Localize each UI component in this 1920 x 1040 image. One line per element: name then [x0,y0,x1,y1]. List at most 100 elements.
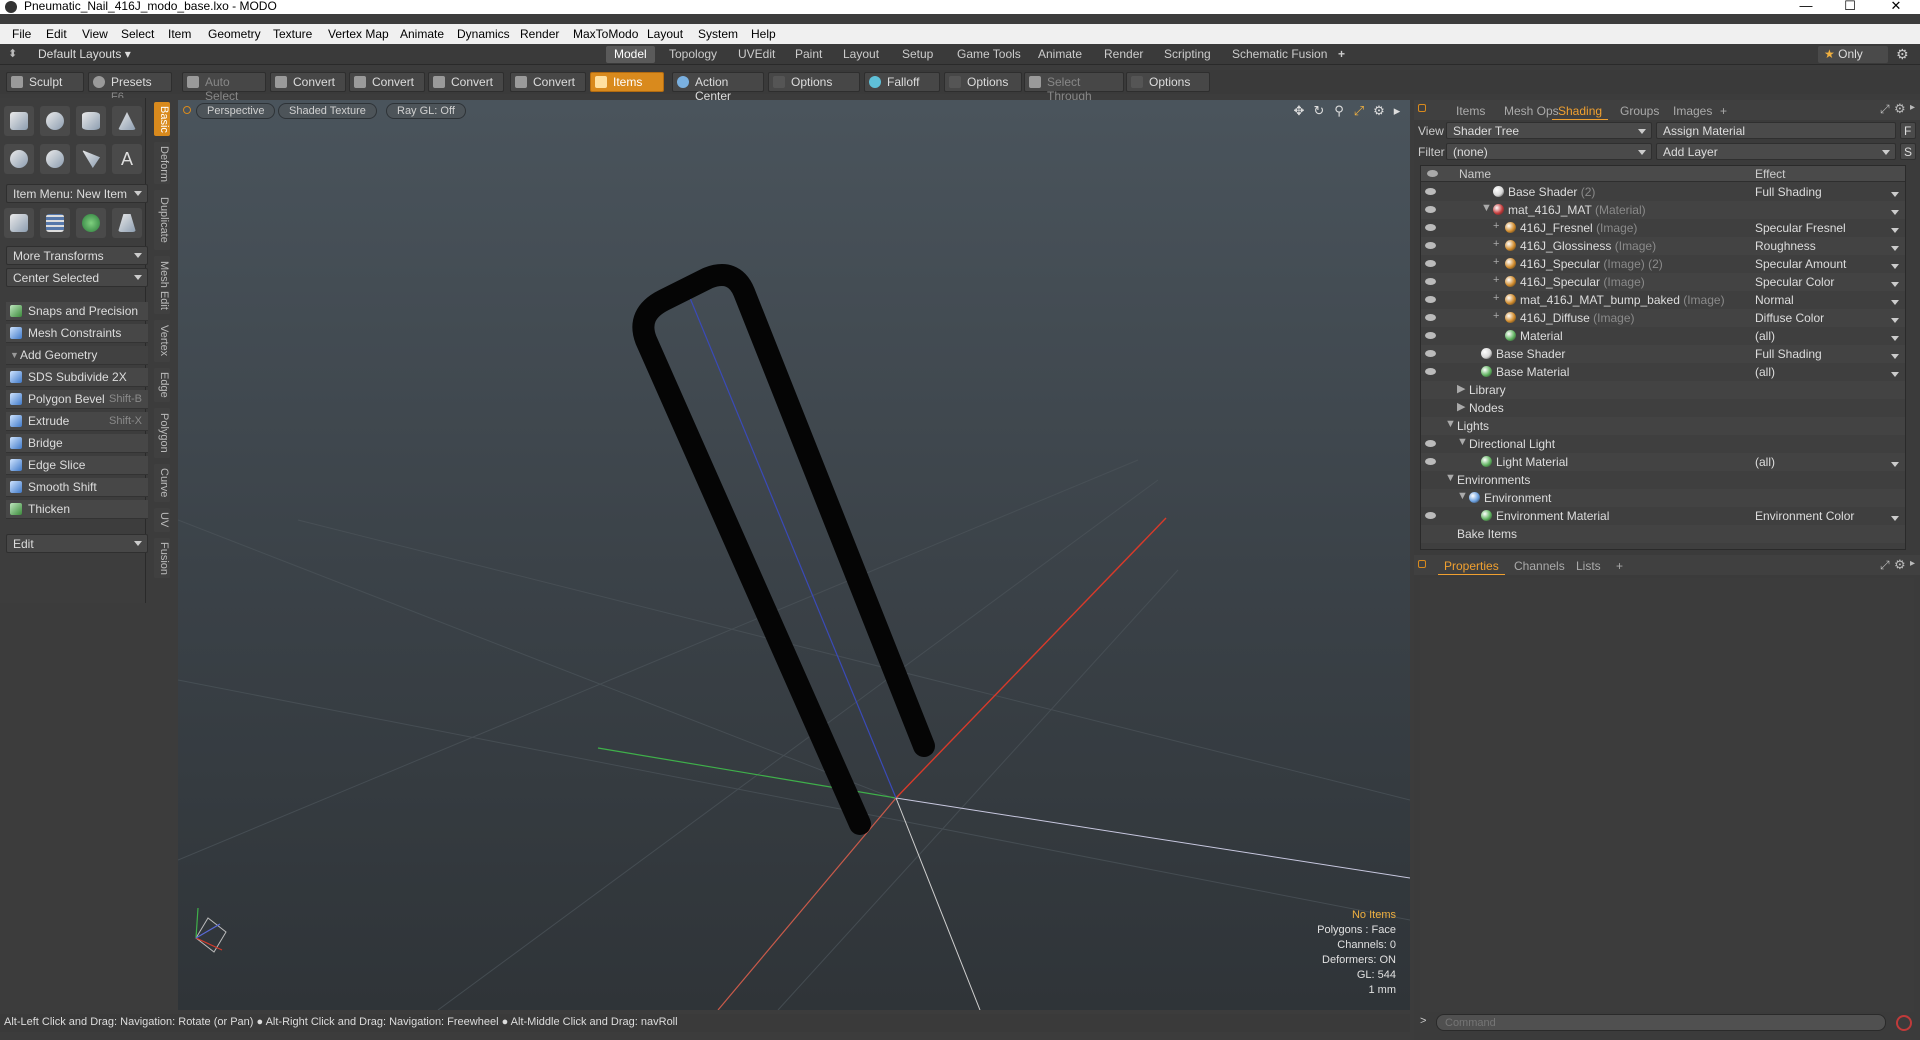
vtab-duplicate[interactable]: Duplicate [154,190,170,250]
vtab-polygon[interactable]: Polygon [154,408,170,458]
globe-tool-button[interactable] [76,208,106,238]
minimize-button[interactable]: — [1786,0,1826,13]
menu-help[interactable]: Help [751,27,776,41]
visibility-eye-icon[interactable] [1425,512,1436,519]
cube-tool-button[interactable] [4,106,34,136]
add-panel-tab-button[interactable]: + [1714,103,1733,119]
options-button-1[interactable]: Options [768,72,860,92]
bridge-button[interactable]: Bridge [6,434,148,453]
only-toggle[interactable]: ★ Only [1818,46,1888,63]
tab-schematic-fusion[interactable]: Schematic Fusion [1224,46,1335,63]
layer-effect-dropdown[interactable]: (all) [1755,365,1905,379]
tab-lists[interactable]: Lists [1570,558,1607,574]
presets-button[interactable]: Presets F6 [88,72,172,103]
column-name[interactable]: Name [1459,167,1491,181]
visibility-eye-icon[interactable] [1425,260,1436,267]
menu-edit[interactable]: Edit [46,27,67,41]
shader-tree-row[interactable]: ▼ mat_416J_MAT (Material) [1421,201,1905,219]
collapse-arrow-icon[interactable]: ▼ [1481,202,1492,214]
shader-tree-row[interactable]: Bake Items [1421,525,1905,543]
cylinder-tool-button[interactable] [76,106,106,136]
edge-slice-button[interactable]: Edge Slice [6,456,148,475]
add-tab-button[interactable]: + [1330,46,1353,63]
mesh-constraints-button[interactable]: Mesh Constraints [6,324,148,343]
plane-tool-button[interactable] [112,208,142,238]
tab-channels[interactable]: Channels [1508,558,1571,574]
expand-icon[interactable]: + [1493,274,1499,286]
tab-game-tools[interactable]: Game Tools [949,46,1029,63]
shader-tree-row[interactable]: Base Material (all) [1421,363,1905,381]
layout-collapse-icon[interactable]: ⬍ [8,47,17,60]
menu-dynamics[interactable]: Dynamics [457,27,510,41]
visibility-eye-icon[interactable] [1425,224,1436,231]
expand-icon[interactable]: + [1493,310,1499,322]
layer-effect-dropdown[interactable]: (all) [1755,455,1905,469]
tab-images[interactable]: Images [1667,103,1718,119]
convert-polygons-button[interactable]: Convert [428,72,504,92]
visibility-eye-icon[interactable] [1425,242,1436,249]
gear-icon[interactable]: ⚙ [1896,46,1909,63]
tab-groups[interactable]: Groups [1614,103,1665,119]
layer-effect-dropdown[interactable]: Specular Color [1755,275,1905,289]
properties-settings-icon[interactable]: ⚙ [1894,557,1906,573]
layer-effect-dropdown[interactable]: Specular Amount [1755,257,1905,271]
sphere-tool-button[interactable] [40,106,70,136]
f-button[interactable]: F [1900,122,1916,139]
menu-view[interactable]: View [82,27,108,41]
expand-icon[interactable]: + [1493,256,1499,268]
shader-tree-row[interactable]: Base Shader Full Shading [1421,345,1905,363]
menu-geometry[interactable]: Geometry [208,27,261,41]
shader-tree-row[interactable]: ▼ Directional Light [1421,435,1905,453]
vtab-uv[interactable]: UV [154,508,170,532]
visibility-eye-icon[interactable] [1425,296,1436,303]
layer-effect-dropdown[interactable]: Full Shading [1755,185,1905,199]
smooth-shift-button[interactable]: Smooth Shift [6,478,148,497]
thicken-button[interactable]: Thicken [6,500,148,519]
column-effect[interactable]: Effect [1755,167,1785,181]
properties-arrow-icon[interactable]: ▸ [1910,558,1915,569]
tab-properties[interactable]: Properties [1438,558,1505,575]
vtab-edge[interactable]: Edge [154,368,170,402]
visibility-eye-icon[interactable] [1425,368,1436,375]
add-properties-tab-button[interactable]: + [1610,558,1629,574]
tab-model[interactable]: Model [606,46,655,63]
tab-scripting[interactable]: Scripting [1156,46,1219,63]
add-layer-dropdown[interactable]: Add Layer [1656,143,1896,160]
collapse-arrow-icon[interactable]: ▼ [1445,472,1456,484]
shader-tree-row[interactable]: +416J_Specular (Image) Specular Color [1421,273,1905,291]
vtab-fusion[interactable]: Fusion [154,538,170,578]
view-dropdown[interactable]: Shader Tree [1446,122,1652,139]
expand-icon[interactable]: + [1493,238,1499,250]
menu-animate[interactable]: Animate [400,27,444,41]
expand-arrow-icon[interactable]: ▶ [1457,382,1465,395]
polygon-bevel-button[interactable]: Polygon Bevel Shift-B [6,390,148,409]
sds-subdivide-button[interactable]: SDS Subdivide 2X [6,368,148,387]
s-button[interactable]: S [1900,143,1916,160]
cone-tool-button[interactable] [112,106,142,136]
extrude-button[interactable]: Extrude Shift-X [6,412,148,431]
falloff-button[interactable]: Falloff [864,72,940,92]
panel-expand-icon[interactable]: ⤢ [1880,102,1890,117]
layer-effect-dropdown[interactable]: (all) [1755,329,1905,343]
maximize-button[interactable]: ☐ [1830,0,1870,14]
expand-icon[interactable]: + [1493,292,1499,304]
layer-effect-dropdown[interactable]: Full Shading [1755,347,1905,361]
vtab-deform[interactable]: Deform [154,142,170,184]
visibility-eye-icon[interactable] [1425,440,1436,447]
sculpt-button[interactable]: Sculpt [6,72,84,92]
more-transforms-dropdown[interactable]: More Transforms [6,246,148,265]
tab-setup[interactable]: Setup [894,46,941,63]
expand-icon[interactable]: + [1493,220,1499,232]
shader-tree-row[interactable]: ▼ Environment [1421,489,1905,507]
menu-file[interactable]: File [12,27,31,41]
shader-tree-row[interactable]: ▼ Lights [1421,417,1905,435]
shader-tree-row[interactable]: +416J_Fresnel (Image) Specular Fresnel [1421,219,1905,237]
tab-animate[interactable]: Animate [1030,46,1090,63]
visibility-eye-icon[interactable] [1425,278,1436,285]
menu-system[interactable]: System [698,27,738,41]
layer-effect-dropdown[interactable]: Diffuse Color [1755,311,1905,325]
collapse-arrow-icon[interactable]: ▼ [1445,418,1456,430]
tab-shading[interactable]: Shading [1552,103,1609,120]
close-button[interactable]: ✕ [1876,0,1916,14]
tab-render[interactable]: Render [1096,46,1151,63]
